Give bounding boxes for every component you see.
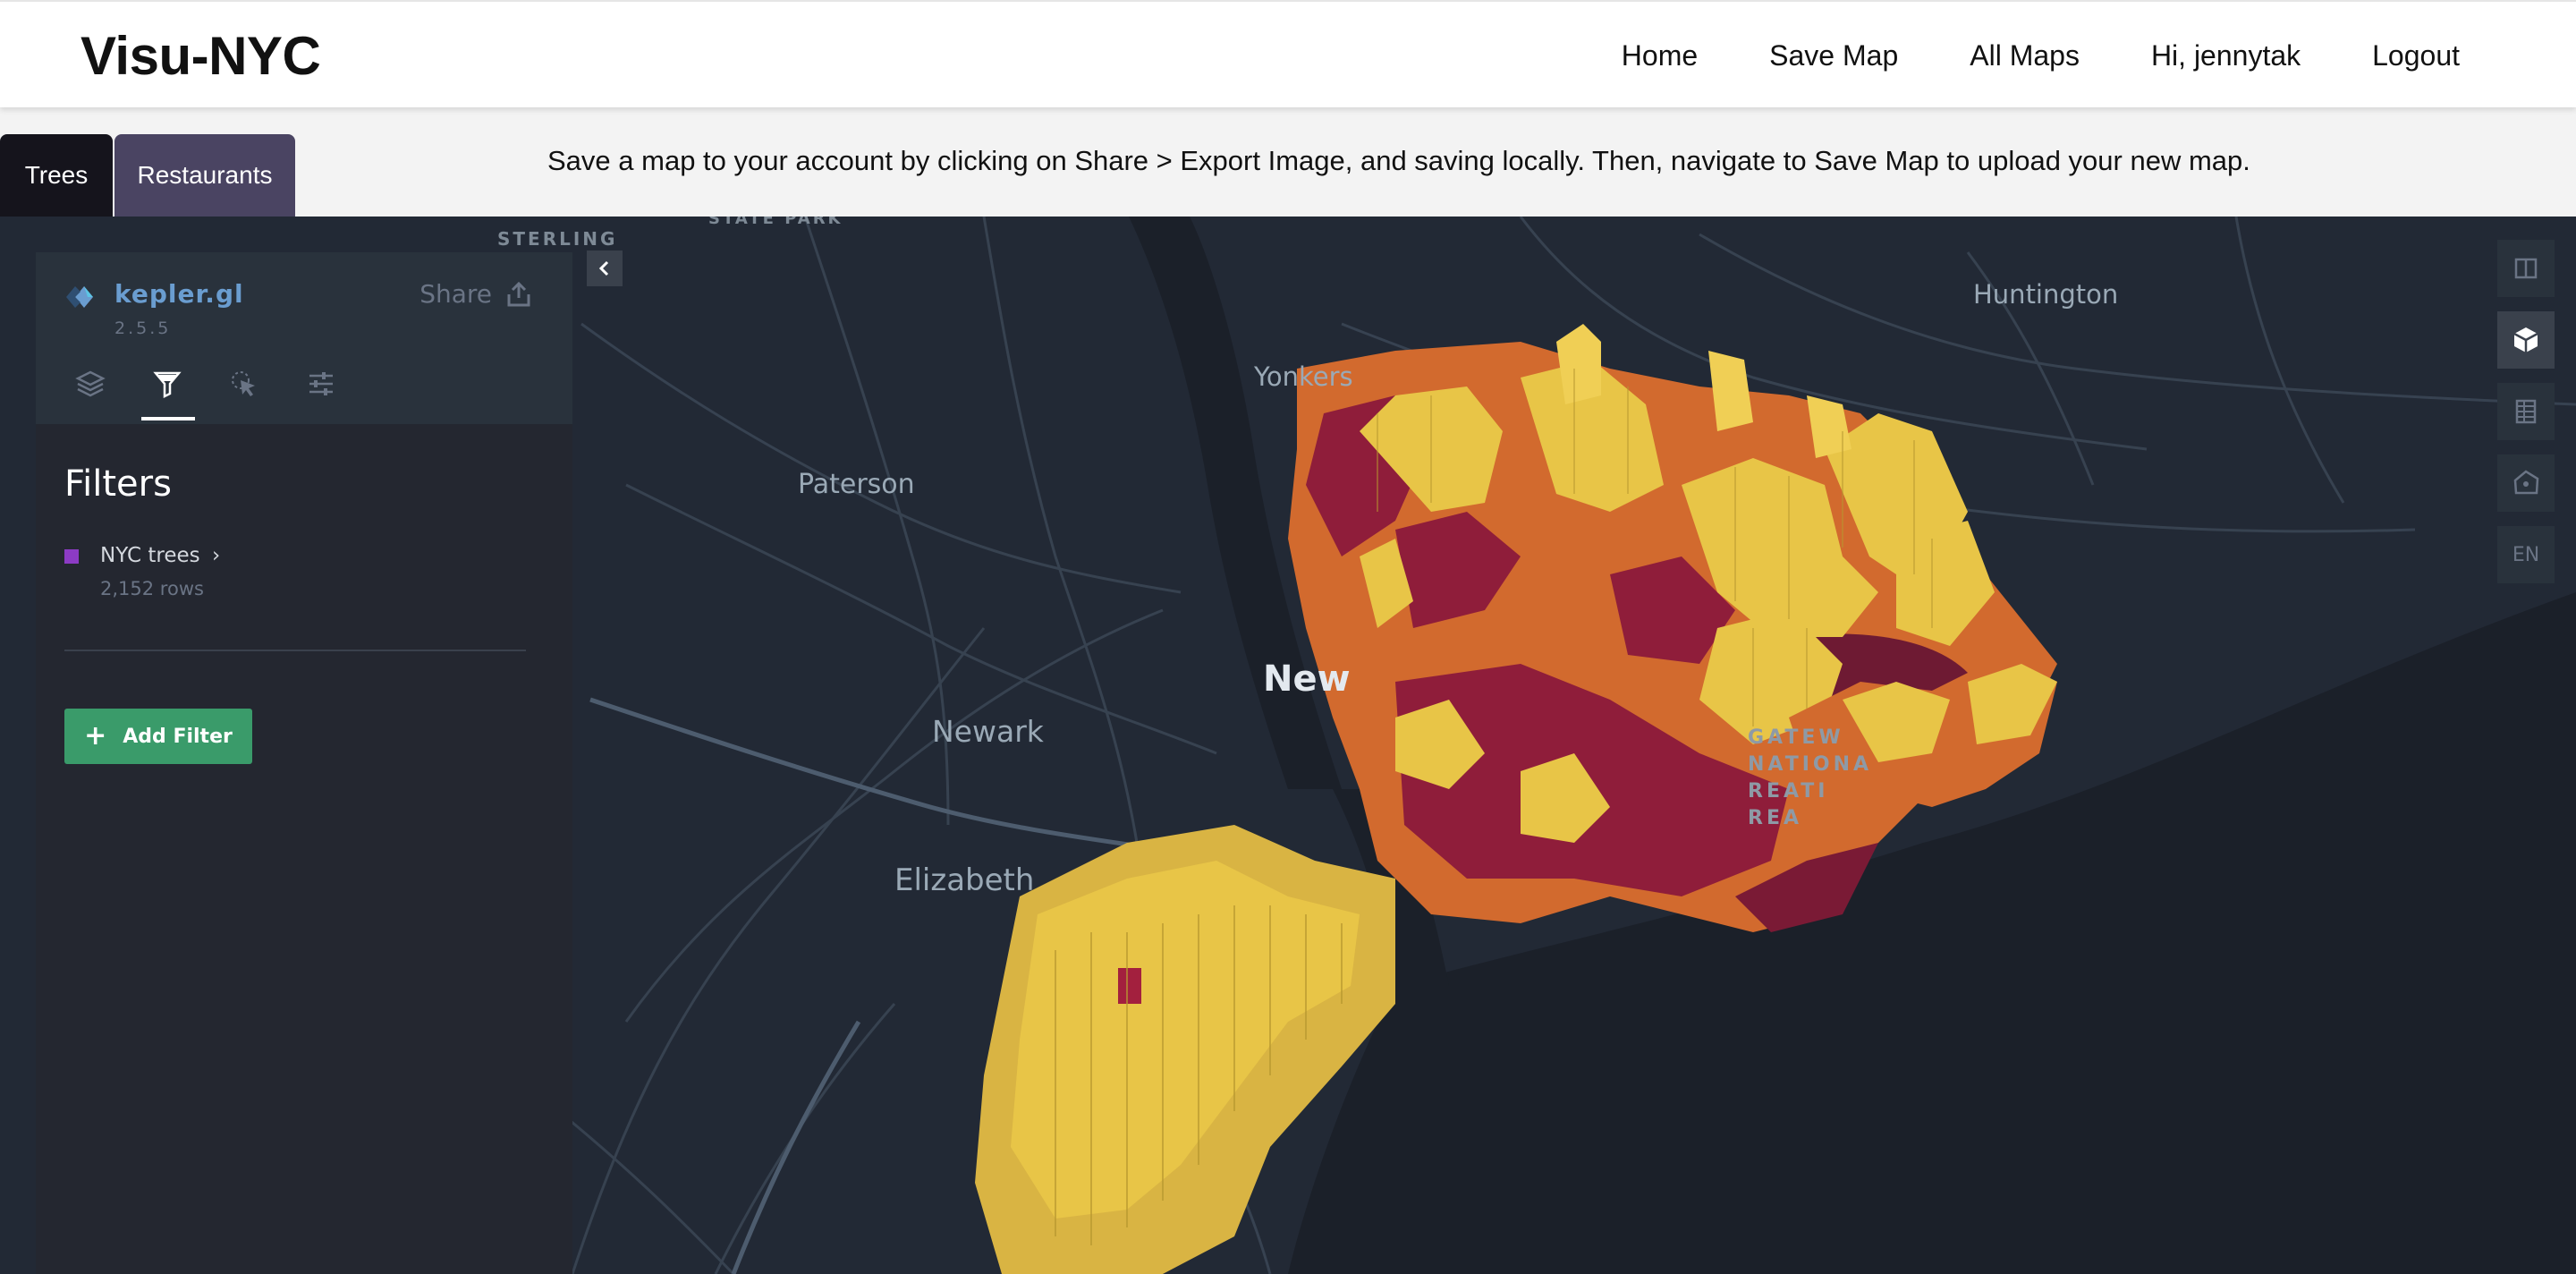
nav-home-link[interactable]: Home [1622, 39, 1698, 72]
kepler-map-canvas[interactable]: STERLING T ARK STATE PARK Paterson Newar… [0, 217, 2576, 1274]
nav-logout-link[interactable]: Logout [2372, 39, 2460, 72]
split-map-icon [2514, 258, 2538, 279]
draw-polygon-icon [2513, 470, 2539, 495]
plus-icon: + [84, 720, 107, 752]
top-navbar: Visu-NYC Home Save Map All Maps Hi, jenn… [0, 0, 2576, 107]
interactions-icon [232, 371, 255, 396]
kepler-app-name: kepler.gl [114, 279, 244, 309]
data-table-button[interactable] [2497, 383, 2555, 440]
dataset-color-swatch [64, 549, 79, 564]
nav-links: Home Save Map All Maps Hi, jennytak Logo… [1622, 39, 2460, 72]
dataset-name[interactable]: NYC trees › [100, 544, 220, 567]
share-upload-icon [507, 281, 530, 306]
tab-restaurants[interactable]: Restaurants [114, 134, 295, 217]
map-settings-tab[interactable] [301, 369, 342, 413]
dataset-row-count: 2,152 rows [100, 578, 204, 599]
panel-tabs [70, 369, 342, 420]
map-label-newark: Newark [932, 714, 1044, 749]
brand-title[interactable]: Visu-NYC [80, 25, 321, 87]
filters-title: Filters [64, 463, 172, 505]
kepler-version: 2.5.5 [114, 318, 172, 338]
layers-icon [75, 370, 106, 397]
filters-tab[interactable] [141, 369, 195, 420]
collapse-panel-button[interactable] [587, 251, 623, 286]
interactions-tab[interactable] [224, 369, 265, 413]
draw-polygon-button[interactable] [2497, 454, 2555, 512]
tab-trees[interactable]: Trees [0, 134, 113, 217]
share-label: Share [419, 279, 492, 309]
map-label-new-york: New [1263, 658, 1351, 700]
kepler-side-panel: kepler.gl 2.5.5 Share Filters NYC trees … [36, 252, 572, 1274]
data-table-icon [2515, 399, 2537, 424]
nav-save-map-link[interactable]: Save Map [1769, 39, 1898, 72]
map-label-yonkers: Yonkers [1254, 361, 1353, 392]
map-controls: EN [2497, 240, 2555, 583]
side-panel-header: kepler.gl 2.5.5 Share [36, 252, 572, 424]
map-settings-icon [309, 372, 333, 395]
kepler-logo-icon [66, 286, 93, 308]
filter-icon [153, 371, 182, 399]
map-label-paterson: Paterson [798, 469, 915, 500]
add-filter-button[interactable]: + Add Filter [64, 709, 252, 764]
map-label-gateway: GATEW NATIONA REATI REA [1748, 726, 1873, 829]
nav-user-greeting[interactable]: Hi, jennytak [2151, 39, 2301, 72]
map-label-huntington: Huntington [1973, 279, 2119, 310]
add-filter-label: Add Filter [123, 725, 233, 748]
3d-view-icon [2513, 327, 2538, 352]
share-button[interactable]: Share [419, 279, 533, 309]
panel-divider [64, 650, 526, 651]
chevron-left-icon [598, 260, 609, 276]
map-label-elizabeth: Elizabeth [894, 862, 1035, 898]
map-label-state-park: STATE PARK [708, 217, 843, 228]
3d-view-button[interactable] [2497, 311, 2555, 369]
chevron-right-icon: › [211, 544, 221, 567]
nav-all-maps-link[interactable]: All Maps [1970, 39, 2080, 72]
locale-button[interactable]: EN [2497, 526, 2555, 583]
layers-tab[interactable] [70, 369, 111, 413]
save-map-notice: Save a map to your account by clicking o… [547, 145, 2250, 176]
tab-strip: Trees Restaurants Save a map to your acc… [0, 107, 2576, 217]
split-map-button[interactable] [2497, 240, 2555, 297]
